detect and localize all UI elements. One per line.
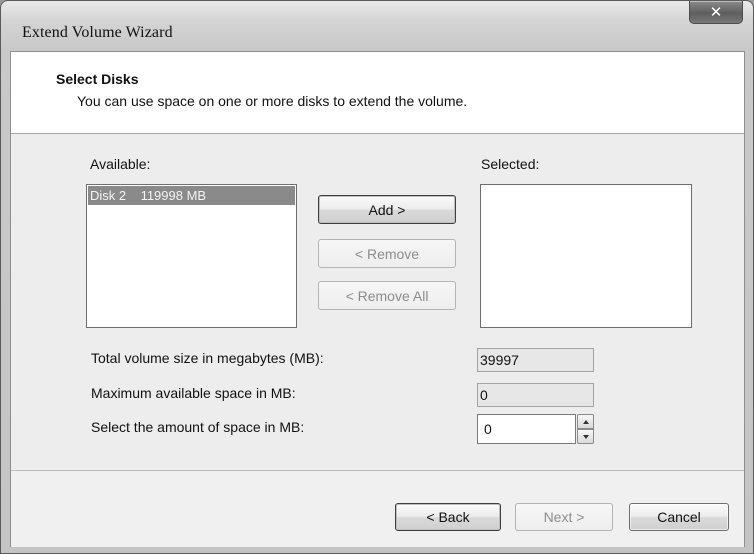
close-icon: ✕ (709, 3, 723, 21)
window-title: Extend Volume Wizard (22, 24, 173, 41)
chevron-down-icon (582, 434, 589, 439)
cancel-button[interactable]: Cancel (629, 503, 729, 531)
add-button[interactable]: Add > (318, 195, 456, 224)
chevron-up-icon (582, 419, 589, 424)
total-size-value: 39997 (477, 348, 594, 372)
extend-volume-wizard-window: Extend Volume Wizard ✕ Select Disks You … (0, 0, 754, 554)
spin-up-button[interactable] (577, 414, 594, 429)
wizard-client-area: Select Disks You can use space on one or… (10, 51, 745, 547)
page-subtitle: You can use space on one or more disks t… (77, 93, 468, 109)
remove-all-button[interactable]: < Remove All (318, 281, 456, 310)
max-space-value: 0 (477, 383, 594, 407)
available-label: Available: (90, 156, 151, 172)
next-button[interactable]: Next > (515, 503, 613, 531)
remove-button[interactable]: < Remove (318, 239, 456, 268)
title-bar: Extend Volume Wizard ✕ (1, 1, 753, 51)
spin-down-button[interactable] (577, 429, 594, 444)
amount-input[interactable] (477, 414, 576, 444)
selected-disks-list[interactable] (480, 184, 692, 328)
amount-spinner (577, 414, 594, 444)
close-button[interactable]: ✕ (689, 1, 743, 24)
amount-label: Select the amount of space in MB: (91, 419, 305, 435)
wizard-footer: < Back Next > Cancel (11, 470, 744, 547)
list-item-disk-2[interactable]: Disk 2 119998 MB (88, 186, 295, 205)
total-size-label: Total volume size in megabytes (MB): (91, 350, 324, 366)
max-space-label: Maximum available space in MB: (91, 385, 296, 401)
selected-label: Selected: (481, 156, 540, 172)
page-title: Select Disks (56, 71, 139, 87)
back-button[interactable]: < Back (395, 503, 501, 531)
wizard-header: Select Disks You can use space on one or… (11, 52, 744, 134)
available-disks-list[interactable]: Disk 2 119998 MB (86, 184, 297, 328)
